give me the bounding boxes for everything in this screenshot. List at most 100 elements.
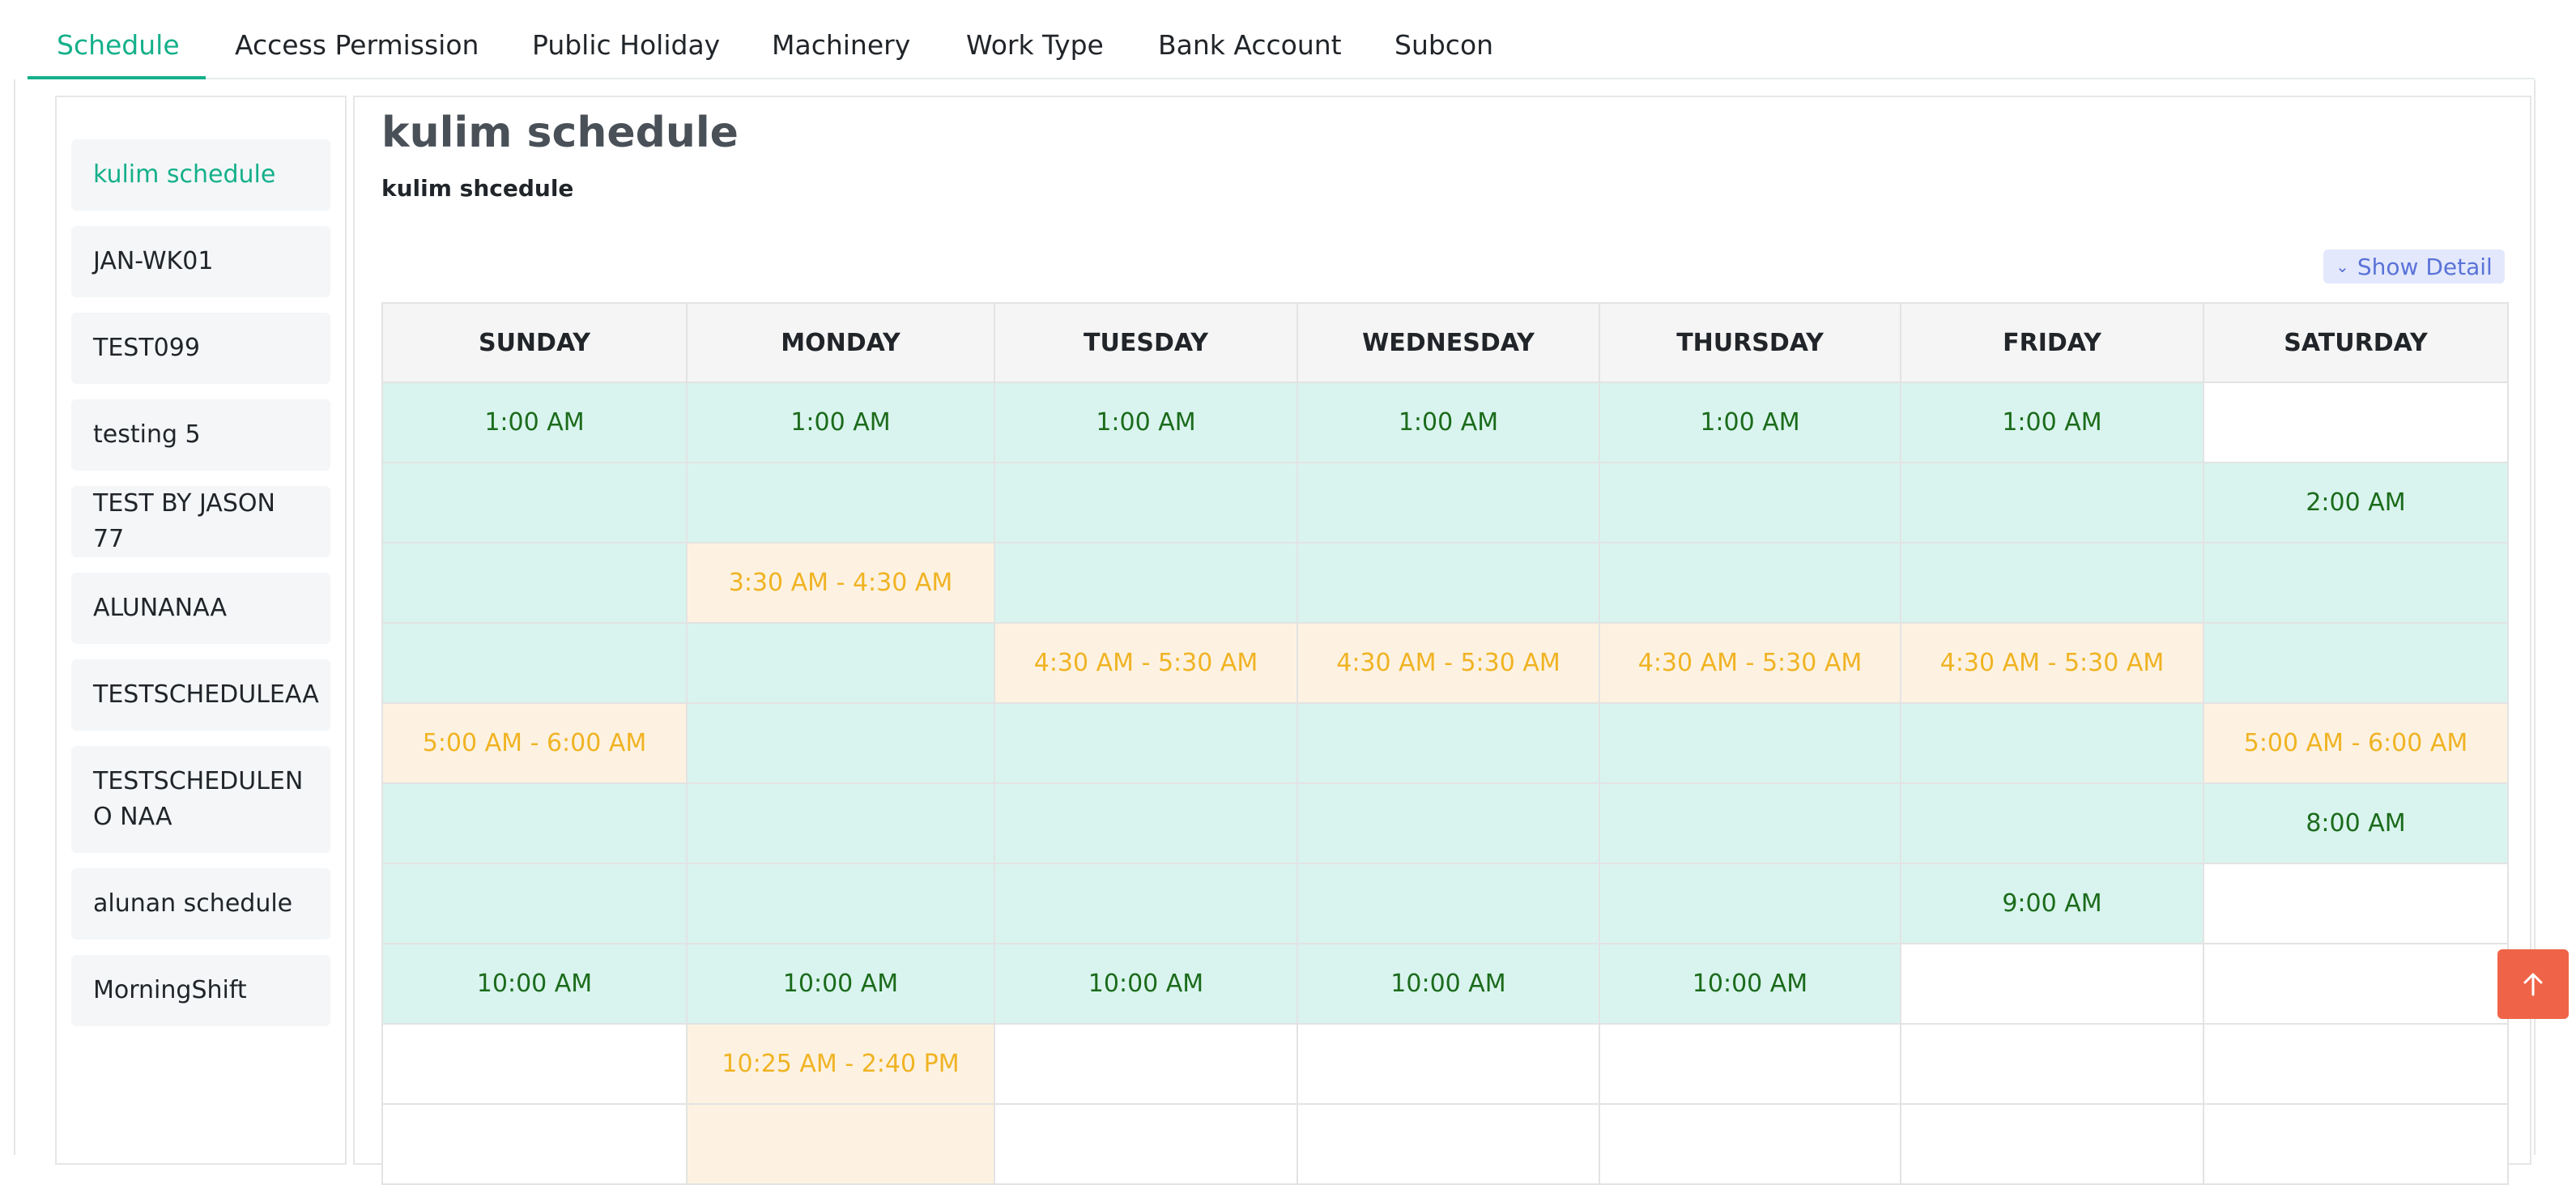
day-header-monday: MONDAY: [686, 302, 995, 383]
schedule-slot[interactable]: 1:00 AM: [381, 382, 688, 463]
schedule-cell: [1599, 1103, 1901, 1185]
day-header-friday: FRIDAY: [1900, 302, 2204, 383]
schedule-slot[interactable]: 1:00 AM: [686, 382, 995, 463]
chevron-down-icon: ⌄: [2335, 257, 2349, 276]
schedule-cell: [686, 863, 995, 944]
schedule-cell: [2203, 1023, 2509, 1105]
sidebar-item-testing-5[interactable]: testing 5: [71, 399, 330, 471]
schedule-cell: [1900, 782, 2204, 864]
schedule-cell: [1297, 462, 1600, 543]
day-header-tuesday: TUESDAY: [994, 302, 1298, 383]
scroll-to-top-button[interactable]: [2497, 949, 2569, 1019]
sidebar-item-testschedulenonaa[interactable]: TESTSCHEDULENO NAA: [71, 746, 330, 853]
schedule-slot[interactable]: 3:30 AM - 4:30 AM: [686, 542, 995, 624]
schedule-slot[interactable]: 1:00 AM: [1900, 382, 2204, 463]
schedule-slot[interactable]: 5:00 AM - 6:00 AM: [381, 702, 688, 784]
table-row: [381, 1103, 2509, 1185]
schedule-cell: [686, 702, 995, 784]
schedule-slot[interactable]: 1:00 AM: [994, 382, 1298, 463]
schedule-cell: [1900, 943, 2204, 1025]
schedule-cell: [381, 542, 688, 624]
schedule-cell: [1900, 702, 2204, 784]
schedule-cell: [1599, 462, 1901, 543]
schedule-slot[interactable]: 8:00 AM: [2203, 782, 2509, 864]
arrow-up-icon: [2523, 973, 2543, 996]
schedule-body: 1:00 AM 1:00 AM 1:00 AM 1:00 AM 1:00 AM 1:00 …: [381, 382, 2509, 1185]
table-row: 9:00 AM: [381, 863, 2509, 944]
show-detail-label: Show Detail: [2357, 253, 2493, 280]
sidebar-item-alunanaa[interactable]: ALUNANAA: [71, 573, 330, 644]
table-row: 10:00 AM 10:00 AM 10:00 AM 10:00 AM 10:00 AM: [381, 943, 2509, 1025]
table-row: 10:25 AM - 2:40 PM: [381, 1023, 2509, 1105]
tab-machinery[interactable]: Machinery: [772, 0, 910, 79]
sidebar-item-testscheduleaa[interactable]: TESTSCHEDULEAA: [71, 659, 330, 731]
schedule-slot[interactable]: 4:30 AM - 5:30 AM: [994, 622, 1298, 704]
schedule-list-sidebar: kulim schedule JAN-WK01 TEST099 testing …: [55, 96, 347, 1165]
schedule-slot[interactable]: 10:00 AM: [1297, 943, 1600, 1025]
schedule-cell: [1297, 782, 1600, 864]
schedule-cell: [1297, 702, 1600, 784]
tab-access-permission[interactable]: Access Permission: [235, 0, 479, 79]
schedule-cell: [1599, 782, 1901, 864]
schedule-cell: [2203, 943, 2509, 1025]
schedule-cell: [381, 462, 688, 543]
schedule-cell: [1599, 863, 1901, 944]
sidebar-item-alunan-schedule[interactable]: alunan schedule: [71, 868, 330, 940]
schedule-cell: [994, 1023, 1298, 1105]
tab-subcon[interactable]: Subcon: [1394, 0, 1493, 79]
schedule-cell: [686, 782, 995, 864]
schedule-slot[interactable]: 10:00 AM: [1599, 943, 1901, 1025]
top-tab-bar: Schedule Access Permission Public Holida…: [0, 0, 2576, 79]
tab-schedule[interactable]: Schedule: [57, 0, 180, 79]
schedule-cell: [2203, 622, 2509, 704]
schedule-slot[interactable]: 4:30 AM - 5:30 AM: [1900, 622, 2204, 704]
schedule-slot[interactable]: 4:30 AM - 5:30 AM: [1297, 622, 1600, 704]
page-title: kulim schedule: [381, 109, 739, 157]
schedule-description: kulim shcedule: [381, 175, 574, 202]
sidebar-item-test-by-jason-77[interactable]: TEST BY JASON 77: [71, 486, 330, 557]
schedule-slot[interactable]: 10:25 AM - 2:40 PM: [686, 1023, 995, 1105]
schedule-slot[interactable]: 10:00 AM: [381, 943, 688, 1025]
schedule-cell: [381, 1023, 688, 1105]
sidebar-item-kulim-schedule[interactable]: kulim schedule: [71, 139, 330, 211]
weekly-schedule-table: SUNDAY MONDAY TUESDAY WEDNESDAY THURSDAY…: [381, 302, 2509, 1185]
schedule-cell: [994, 702, 1298, 784]
sidebar-item-jan-wk01[interactable]: JAN-WK01: [71, 226, 330, 297]
schedule-cell: [381, 1103, 688, 1185]
schedule-cell: [994, 863, 1298, 944]
show-detail-button[interactable]: ⌄ Show Detail: [2323, 249, 2505, 283]
schedule-cell: [994, 542, 1298, 624]
schedule-slot[interactable]: 1:00 AM: [1599, 382, 1901, 463]
schedule-cell: [1900, 542, 2204, 624]
schedule-cell: [1297, 1103, 1600, 1185]
tab-bank-account[interactable]: Bank Account: [1158, 0, 1342, 79]
table-row: 4:30 AM - 5:30 AM 4:30 AM - 5:30 AM 4:30 A…: [381, 622, 2509, 704]
schedule-cell: [1297, 1023, 1600, 1105]
schedule-cell: [2203, 1103, 2509, 1185]
schedule-slot[interactable]: 4:30 AM - 5:30 AM: [1599, 622, 1901, 704]
schedule-slot[interactable]: 2:00 AM: [2203, 462, 2509, 543]
schedule-slot[interactable]: 5:00 AM - 6:00 AM: [2203, 702, 2509, 784]
schedule-cell: [1599, 1023, 1901, 1105]
schedule-cell: [1900, 1023, 2204, 1105]
schedule-cell: [686, 622, 995, 704]
schedule-slot[interactable]: 10:00 AM: [686, 943, 995, 1025]
schedule-cell: [686, 1103, 995, 1185]
day-header-row: SUNDAY MONDAY TUESDAY WEDNESDAY THURSDAY…: [381, 302, 2509, 383]
schedule-cell: [1900, 462, 2204, 543]
schedule-cell: [994, 1103, 1298, 1185]
schedule-slot[interactable]: 1:00 AM: [1297, 382, 1600, 463]
table-row: 8:00 AM: [381, 782, 2509, 864]
schedule-cell: [1599, 542, 1901, 624]
schedule-slot[interactable]: 9:00 AM: [1900, 863, 2204, 944]
sidebar-item-morningshift[interactable]: MorningShift: [71, 955, 330, 1026]
tab-work-type[interactable]: Work Type: [966, 0, 1104, 79]
schedule-cell: [686, 462, 995, 543]
table-row: 1:00 AM 1:00 AM 1:00 AM 1:00 AM 1:00 AM 1:00 …: [381, 382, 2509, 463]
schedule-slot[interactable]: 10:00 AM: [994, 943, 1298, 1025]
sidebar-item-test099[interactable]: TEST099: [71, 313, 330, 384]
schedule-cell: [994, 462, 1298, 543]
schedule-cell: [381, 782, 688, 864]
table-row: 2:00 AM: [381, 462, 2509, 543]
tab-public-holiday[interactable]: Public Holiday: [532, 0, 720, 79]
